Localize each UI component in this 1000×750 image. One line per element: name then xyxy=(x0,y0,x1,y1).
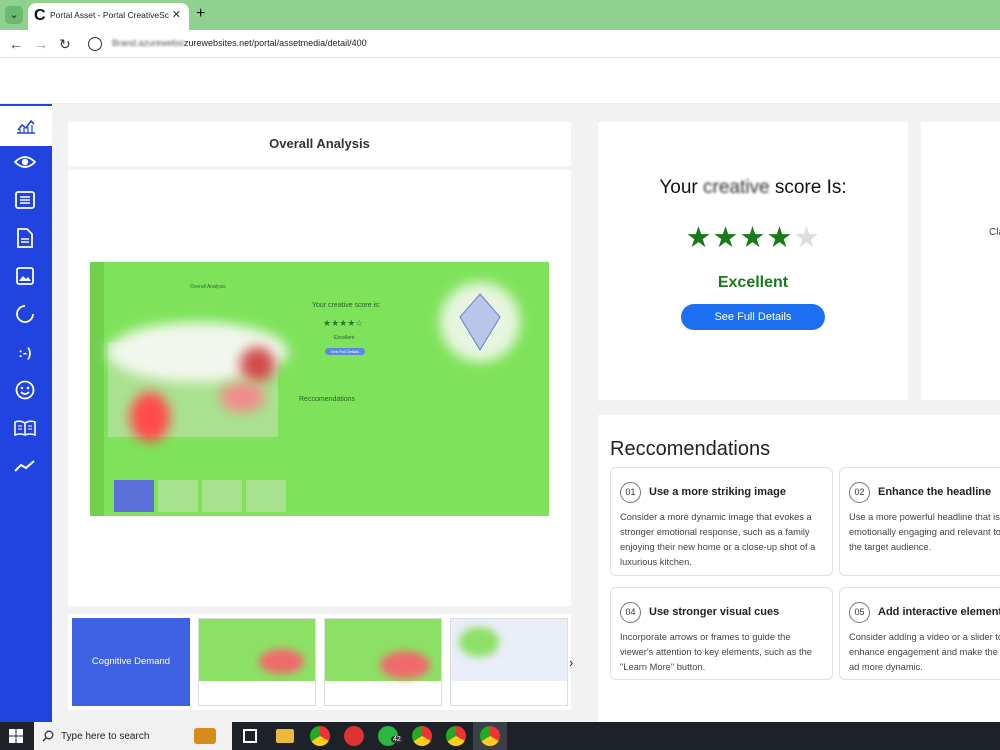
close-icon[interactable]: ✕ xyxy=(172,8,181,21)
heatmap-thumb xyxy=(158,480,198,512)
image-icon[interactable] xyxy=(13,264,37,288)
forward-icon[interactable]: → xyxy=(34,36,48,52)
chrome-active-icon[interactable] xyxy=(480,726,500,746)
star-filled-icon: ★ xyxy=(766,222,794,254)
heatmap-stars: ★★★★☆ xyxy=(323,318,364,328)
score-title: Your creative score Is: xyxy=(598,177,908,199)
recommendation-number: 01 xyxy=(620,482,641,503)
recommendation-title: Enhance the headline xyxy=(878,486,992,498)
heatmap-button: See Full Details xyxy=(325,348,366,355)
overall-analysis-title: Overall Analysis xyxy=(68,122,571,166)
star-filled-icon: ★ xyxy=(739,222,767,254)
heatmap-thumb xyxy=(246,480,286,512)
list-icon[interactable] xyxy=(13,188,37,212)
heatmap-rating: Excellent xyxy=(334,335,355,341)
sidebar: :-) xyxy=(0,104,52,722)
recommendations-heading: Reccomendations xyxy=(610,438,771,460)
chrome-profile-icon[interactable] xyxy=(446,726,466,746)
recommendation-body: Use a more powerful headline that is emo… xyxy=(849,512,1000,552)
heatmap-spot xyxy=(130,392,170,442)
smiley-icon[interactable] xyxy=(13,378,37,402)
recommendation-card[interactable]: 02 Enhance the headline Use a more power… xyxy=(839,467,1000,576)
back-icon[interactable]: ← xyxy=(9,36,23,52)
thumbnail-image xyxy=(199,619,315,681)
tab-title: Portal Asset - Portal CreativeSc xyxy=(50,10,170,20)
heatmap-sidebar xyxy=(90,262,104,516)
heatmap-thumb xyxy=(114,480,154,512)
recommendation-card[interactable]: 04 Use stronger visual cues Incorporate … xyxy=(610,587,833,680)
search-icon xyxy=(42,730,54,742)
score-card: Your creative score Is: ★★★★★ Excellent … xyxy=(598,122,908,400)
browser-tab[interactable]: C Portal Asset - Portal CreativeSc ✕ xyxy=(28,3,189,30)
heatmap-panel-title: Overall Analysis xyxy=(190,284,226,290)
star-rating: ★★★★★ xyxy=(678,220,828,255)
thumbnail-cognitive-demand[interactable]: Cognitive Demand xyxy=(72,618,190,706)
search-placeholder: Type here to search xyxy=(61,731,150,742)
star-empty-icon: ★ xyxy=(793,222,821,254)
taskbar: Type here to search 42 xyxy=(0,722,1000,750)
book-icon[interactable] xyxy=(13,416,37,440)
thumbnail-spot xyxy=(380,651,430,679)
tab-search-button[interactable]: ⌄ xyxy=(5,6,23,24)
heatmap-spot xyxy=(220,382,265,412)
trend-icon[interactable] xyxy=(13,454,37,478)
heatmap-rec-heading: Reccomendations xyxy=(299,396,356,403)
document-icon[interactable] xyxy=(13,226,37,250)
eye-icon[interactable] xyxy=(13,150,37,174)
briefcase-icon[interactable] xyxy=(194,728,216,744)
score-title-suffix: score Is: xyxy=(774,177,847,198)
thumbnail-caption: Cognitive Demand xyxy=(91,656,171,667)
right-card-text: Cla xyxy=(989,227,1000,238)
address-bar: ← → ↻ Brand.azurewebsizurewebsites.net/p… xyxy=(0,30,1000,58)
rating-label: Excellent xyxy=(717,274,789,291)
chrome-icon[interactable] xyxy=(310,726,330,746)
recommendation-body: Consider a more dynamic image that evoke… xyxy=(620,512,816,567)
recommendation-card[interactable]: 01 Use a more striking image Consider a … xyxy=(610,467,833,576)
analytics-icon[interactable] xyxy=(0,106,52,146)
thumbnail[interactable] xyxy=(198,618,316,706)
recommendation-number: 02 xyxy=(849,482,870,503)
url-text: zurewebsites.net/portal/assetmedia/detai… xyxy=(184,38,367,48)
recommendation-title: Add interactive elements xyxy=(878,606,1000,618)
right-card: Cla xyxy=(921,122,1000,400)
whatsapp-badge: 42 xyxy=(391,736,403,743)
score-title-prefix: Your xyxy=(659,177,698,198)
next-chevron-icon[interactable]: › xyxy=(569,655,573,670)
recommendation-body: Consider adding a video or a slider to e… xyxy=(849,632,1000,672)
recommendation-title: Use a more striking image xyxy=(649,486,786,498)
url-field[interactable]: Brand.azurewebsizurewebsites.net/portal/… xyxy=(112,38,367,48)
recommendation-body: Incorporate arrows or frames to guide th… xyxy=(620,632,812,672)
reload-icon[interactable]: ↻ xyxy=(59,36,71,52)
star-filled-icon: ★ xyxy=(685,222,713,254)
see-full-details-button[interactable]: See Full Details xyxy=(681,304,825,330)
emoticon-icon[interactable]: :-) xyxy=(13,340,37,364)
star-filled-icon: ★ xyxy=(712,222,740,254)
chrome-profile-icon[interactable] xyxy=(412,726,432,746)
thumbnail-spot xyxy=(459,627,499,657)
app-header xyxy=(0,58,1000,104)
site-favicon-icon: C xyxy=(34,7,46,24)
thumbnail-spot xyxy=(259,649,304,674)
heatmap-image[interactable]: Overall Analysis Your creative score is:… xyxy=(90,262,549,516)
file-explorer-icon[interactable] xyxy=(276,729,294,743)
site-info-icon[interactable] xyxy=(88,37,102,51)
thumbnail[interactable] xyxy=(450,618,568,706)
recommendation-title: Use stronger visual cues xyxy=(649,606,780,618)
score-title-obscured: creative xyxy=(703,177,770,198)
checklist-icon[interactable] xyxy=(344,726,364,746)
heatmap-spot xyxy=(240,347,275,382)
new-tab-button[interactable]: + xyxy=(196,5,205,23)
recommendation-number: 05 xyxy=(849,602,870,623)
heatmap-thumb xyxy=(202,480,242,512)
loading-icon[interactable] xyxy=(13,302,37,326)
heatmap-radar-chart xyxy=(459,293,501,351)
task-view-icon[interactable] xyxy=(243,729,257,743)
thumbnail[interactable] xyxy=(324,618,442,706)
browser-tab-bar: ⌄ C Portal Asset - Portal CreativeSc ✕ + xyxy=(0,0,1000,30)
heatmap-score-text: Your creative score is: xyxy=(312,302,381,309)
windows-start-icon[interactable] xyxy=(9,729,23,743)
url-obscured: Brand.azurewebsi xyxy=(112,38,185,48)
recommendation-number: 04 xyxy=(620,602,641,623)
recommendation-card[interactable]: 05 Add interactive elements Consider add… xyxy=(839,587,1000,680)
